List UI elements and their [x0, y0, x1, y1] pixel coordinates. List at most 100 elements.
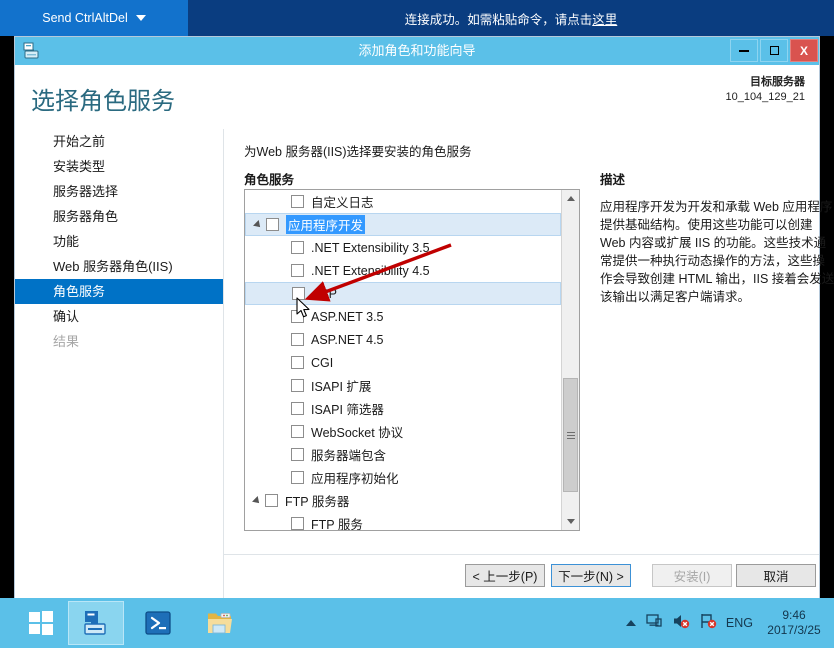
tree-row[interactable]: CGI	[245, 351, 561, 374]
tree-row[interactable]: FTP 服务	[245, 512, 561, 530]
tree-row[interactable]: 自定义日志	[245, 190, 561, 213]
checkbox[interactable]	[291, 356, 304, 369]
checkbox[interactable]	[292, 287, 305, 300]
scroll-up-button[interactable]	[562, 190, 579, 207]
window-titlebar[interactable]: 添加角色和功能向导 X	[15, 37, 819, 65]
checkbox[interactable]	[291, 310, 304, 323]
previous-button[interactable]: < 上一步(P)	[465, 564, 545, 587]
clock[interactable]: 9:46 2017/3/25	[762, 608, 826, 638]
checkbox[interactable]	[291, 195, 304, 208]
target-server-info: 目标服务器 10_104_129_21	[725, 75, 805, 105]
checkbox[interactable]	[265, 494, 278, 507]
powershell-icon	[145, 611, 171, 635]
sidebar-item-server-selection[interactable]: 服务器选择	[15, 179, 223, 204]
start-button[interactable]	[18, 601, 64, 645]
sidebar-item-results: 结果	[15, 329, 223, 354]
tree-row[interactable]: 应用程序开发	[245, 213, 561, 236]
sidebar-item-label: 开始之前	[53, 134, 106, 149]
tree-row-label: ISAPI 扩展	[311, 380, 372, 394]
language-indicator[interactable]: ENG	[726, 616, 753, 630]
minimize-button[interactable]	[730, 39, 758, 62]
wizard-page-body: 选择角色服务 目标服务器 10_104_129_21 开始之前 安装类型 服务器…	[15, 65, 834, 598]
show-hidden-icons-button[interactable]	[625, 620, 636, 626]
tree-row-label: .NET Extensibility 4.5	[311, 263, 430, 278]
tree-row[interactable]: 服务器端包含	[245, 443, 561, 466]
install-button-label: 安装(I)	[673, 570, 711, 584]
tree-row[interactable]: .NET Extensibility 3.5	[245, 236, 561, 259]
chevron-down-icon	[135, 15, 146, 21]
sidebar-item-role-services[interactable]: 角色服务	[15, 279, 223, 304]
folder-icon	[208, 613, 232, 634]
tree-row-label: FTP 服务	[311, 518, 363, 530]
description-text: 应用程序开发为开发和承载 Web 应用程序提供基础结构。使用这些功能可以创建 W…	[600, 200, 834, 304]
sidebar-item-before-you-begin[interactable]: 开始之前	[15, 129, 223, 154]
checkbox[interactable]	[291, 379, 304, 392]
sidebar-item-label: 角色服务	[53, 284, 106, 299]
paste-command-link[interactable]: 这里	[592, 9, 617, 28]
checkbox[interactable]	[291, 471, 304, 484]
checkbox[interactable]	[291, 264, 304, 277]
sidebar-item-installation-type[interactable]: 安装类型	[15, 154, 223, 179]
tree-row[interactable]: WebSocket 协议	[245, 420, 561, 443]
close-icon: X	[799, 43, 808, 58]
volume-muted-icon[interactable]	[672, 612, 690, 635]
system-tray: ENG 9:46 2017/3/25	[625, 598, 826, 648]
tree-row[interactable]: ASP.NET 3.5	[245, 305, 561, 328]
tree-row[interactable]: 应用程序初始化	[245, 466, 561, 489]
chevron-down-icon	[566, 519, 575, 524]
tree-row[interactable]: ISAPI 扩展	[245, 374, 561, 397]
remote-console-bar: Send CtrlAltDel 连接成功。如需粘贴命令，请点击 这里	[0, 0, 834, 36]
window-title: 添加角色和功能向导	[358, 43, 476, 58]
sidebar-item-web-server-role[interactable]: Web 服务器角色(IIS)	[15, 254, 223, 279]
previous-button-label: < 上一步(P)	[472, 570, 538, 584]
tree-row[interactable]: ASP	[245, 282, 561, 305]
main-panel: 为Web 服务器(IIS)选择要安装的角色服务 角色服务 自定义日志 应用程序开发…	[223, 129, 834, 598]
tree-row[interactable]: ISAPI 筛选器	[245, 397, 561, 420]
expander-collapse-icon[interactable]	[250, 219, 266, 230]
expander-collapse-icon[interactable]	[249, 495, 265, 506]
tree-row-label: WebSocket 协议	[311, 426, 404, 440]
taskbar-item-powershell[interactable]	[130, 601, 186, 645]
triangle-icon	[253, 219, 263, 230]
cancel-button[interactable]: 取消	[736, 564, 816, 587]
tree-scrollbar[interactable]	[561, 190, 579, 530]
action-center-flag-icon[interactable]	[699, 612, 717, 635]
sidebar-item-label: 结果	[53, 334, 80, 349]
checkbox[interactable]	[291, 425, 304, 438]
restore-button[interactable]	[760, 39, 788, 62]
checkbox[interactable]	[291, 448, 304, 461]
install-button: 安装(I)	[652, 564, 732, 587]
tree-row[interactable]: .NET Extensibility 4.5	[245, 259, 561, 282]
tree-row-label: ISAPI 筛选器	[311, 403, 384, 417]
checkbox[interactable]	[291, 402, 304, 415]
cancel-button-label: 取消	[763, 570, 789, 584]
checkbox[interactable]	[266, 218, 279, 231]
description-title: 描述	[600, 173, 626, 187]
clock-time: 9:46	[782, 608, 806, 622]
checkbox[interactable]	[291, 241, 304, 254]
wizard-steps-sidebar: 开始之前 安装类型 服务器选择 服务器角色 功能 Web 服务器角色(IIS) …	[15, 129, 223, 354]
tree-row[interactable]: ASP.NET 4.5	[245, 328, 561, 351]
taskbar-item-server-manager[interactable]	[68, 601, 124, 645]
scrollbar-thumb[interactable]	[563, 378, 578, 492]
tree-row-label: 应用程序开发	[286, 215, 366, 234]
sidebar-item-label: 服务器角色	[53, 209, 119, 224]
tree-row[interactable]: FTP 服务器	[245, 489, 561, 512]
role-services-label: 角色服务	[244, 173, 295, 187]
send-ctrl-alt-del-button[interactable]: Send CtrlAltDel	[0, 0, 188, 36]
taskbar: ENG 9:46 2017/3/25	[0, 598, 834, 648]
scroll-down-button[interactable]	[562, 513, 579, 530]
role-services-tree[interactable]: 自定义日志应用程序开发 .NET Extensibility 3.5 .NET Ex…	[244, 189, 580, 531]
sidebar-item-confirmation[interactable]: 确认	[15, 304, 223, 329]
taskbar-item-file-explorer[interactable]	[192, 601, 248, 645]
sidebar-item-server-roles[interactable]: 服务器角色	[15, 204, 223, 229]
next-button[interactable]: 下一步(N) >	[551, 564, 631, 587]
sidebar-item-label: 服务器选择	[53, 184, 119, 199]
checkbox[interactable]	[291, 333, 304, 346]
screen: Send CtrlAltDel 连接成功。如需粘贴命令，请点击 这里 添加角色和功…	[0, 0, 834, 648]
sidebar-item-features[interactable]: 功能	[15, 229, 223, 254]
checkbox[interactable]	[291, 517, 304, 530]
close-button[interactable]: X	[790, 39, 818, 62]
tree-row-label: FTP 服务器	[285, 495, 350, 509]
network-icon[interactable]	[645, 612, 663, 635]
